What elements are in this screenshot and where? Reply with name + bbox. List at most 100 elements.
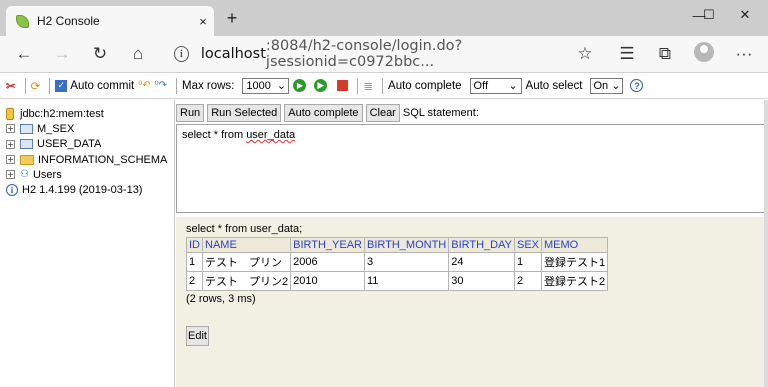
table-cell: 11: [363, 271, 450, 291]
sql-text-prefix: select * from: [182, 129, 247, 141]
more-menu-icon[interactable]: ···: [730, 41, 758, 67]
table-cell: テスト プリン2: [201, 271, 292, 291]
favorites-list-icon[interactable]: ☰: [613, 41, 641, 67]
auto-select-select[interactable]: On ⌄: [590, 77, 624, 94]
chevron-down-icon: ⌄: [611, 80, 621, 92]
run-icon[interactable]: ▶: [293, 79, 307, 92]
schema-tree: jdbc:h2:mem:test + M_SEX + USER_DATA + I…: [0, 100, 175, 387]
profile-avatar[interactable]: [694, 42, 714, 62]
table-cell: 2010: [290, 271, 365, 291]
tab-close-icon[interactable]: ×: [192, 14, 214, 29]
tree-item-label: INFORMATION_SCHEMA: [38, 153, 168, 166]
connection-url: jdbc:h2:mem:test: [20, 107, 104, 120]
run-selected-button[interactable]: Run Selected: [207, 104, 282, 122]
query-panel: Run Run Selected Auto complete Clear SQL…: [176, 100, 768, 387]
address-bar[interactable]: i localhost:8084/h2-console/login.do?jse…: [168, 38, 600, 70]
auto-complete-button[interactable]: Auto complete: [284, 104, 363, 122]
scrollbar[interactable]: [764, 100, 768, 387]
table-cell: 2: [186, 271, 203, 291]
table-header-row: ID NAME BIRTH_YEAR BIRTH_MONTH BIRTH_DAY…: [186, 237, 609, 253]
sql-statement-label: SQL statement:: [402, 107, 479, 119]
table-row: 2 テスト プリン2 2010 11 30 2 登録テスト2: [186, 271, 609, 291]
expand-icon[interactable]: +: [6, 139, 15, 149]
run-button[interactable]: Run: [176, 104, 205, 122]
help-icon[interactable]: ?: [630, 79, 644, 92]
close-window-button[interactable]: ✕: [722, 0, 768, 30]
version-info: i H2 1.4.199 (2019-03-13): [6, 182, 174, 197]
auto-complete-select[interactable]: Off ⌄: [469, 77, 522, 94]
column-header[interactable]: BIRTH_MONTH: [363, 237, 450, 253]
toolbar-divider: [357, 77, 359, 94]
result-query: select * from user_data;: [186, 223, 303, 235]
table-cell: 1: [513, 252, 543, 272]
chevron-down-icon: ⌄: [276, 80, 287, 92]
url-path: :8084/h2-console/login.do?jsessionid=c09…: [265, 38, 463, 70]
column-header[interactable]: BIRTH_YEAR: [290, 237, 365, 253]
stop-icon[interactable]: [337, 80, 349, 91]
table-cell: 登録テスト2: [540, 271, 609, 291]
result-panel: select * from user_data; ID NAME BIRTH_Y…: [176, 217, 768, 387]
tree-item-information-schema[interactable]: + INFORMATION_SCHEMA: [6, 152, 174, 167]
new-tab-button[interactable]: +: [222, 8, 242, 29]
auto-commit-checkbox[interactable]: ✓: [55, 79, 68, 92]
result-table: ID NAME BIRTH_YEAR BIRTH_MONTH BIRTH_DAY…: [186, 237, 609, 291]
history-icon[interactable]: ≣: [363, 79, 373, 93]
browser-navbar: ← → ↻ ⌂ i localhost:8084/h2-console/logi…: [0, 36, 768, 73]
expand-icon[interactable]: +: [6, 124, 15, 134]
database-icon: [6, 107, 14, 120]
edit-button[interactable]: Edit: [186, 326, 209, 346]
tree-item-users[interactable]: + ⚇ Users: [6, 167, 174, 182]
toolbar-divider: [24, 77, 26, 94]
row-count-info: (2 rows, 3 ms): [186, 293, 256, 305]
home-icon[interactable]: ⌂: [124, 41, 152, 67]
sql-editor[interactable]: select * from user_data: [176, 124, 767, 213]
refresh-tree-icon[interactable]: ⟳: [31, 79, 41, 93]
tree-item-label: USER_DATA: [37, 138, 102, 151]
column-header[interactable]: BIRTH_DAY: [448, 237, 515, 253]
table-cell: 1: [186, 252, 203, 272]
tree-item-label: M_SEX: [37, 122, 75, 135]
column-header[interactable]: NAME: [201, 237, 292, 253]
auto-complete-label: Auto complete: [388, 79, 462, 92]
connection-node[interactable]: jdbc:h2:mem:test: [6, 106, 174, 121]
auto-select-value: On: [593, 79, 609, 92]
tree-item-user-data[interactable]: + USER_DATA: [6, 137, 174, 152]
commit-icon[interactable]: ⁰↷: [155, 80, 167, 91]
column-header[interactable]: SEX: [513, 237, 543, 253]
url-host: localhost: [200, 46, 266, 62]
browser-titlebar: H2 Console × + — ☐ ✕: [0, 0, 768, 36]
auto-complete-value: Off: [473, 79, 489, 92]
auto-commit-label: Auto commit: [70, 79, 135, 92]
chevron-down-icon: ⌄: [508, 80, 518, 92]
site-info-icon[interactable]: i: [174, 46, 189, 62]
disconnect-icon[interactable]: ✂: [6, 79, 16, 93]
favorite-star-icon[interactable]: ☆: [571, 41, 599, 67]
back-arrow-icon[interactable]: ←: [10, 41, 38, 67]
auto-select-label: Auto select: [525, 79, 583, 92]
column-header[interactable]: MEMO: [540, 237, 609, 253]
h2-toolbar: ✂ ⟳ ✓ Auto commit ⁰↶ ⁰↷ Max rows: 1000 ⌄ …: [0, 73, 768, 99]
browser-tab[interactable]: H2 Console ×: [6, 6, 214, 36]
toolbar-divider: [175, 77, 177, 94]
run-selected-icon[interactable]: ▶: [314, 79, 328, 92]
rollback-icon[interactable]: ⁰↶: [138, 80, 150, 91]
clear-button[interactable]: Clear: [365, 104, 400, 122]
table-icon: [20, 139, 33, 150]
toolbar-divider: [49, 77, 51, 94]
sql-text-table: user_data: [246, 129, 296, 141]
tree-item-m-sex[interactable]: + M_SEX: [6, 121, 174, 136]
query-buttons: Run Run Selected Auto complete Clear SQL…: [176, 104, 479, 122]
users-icon: ⚇: [20, 169, 29, 181]
refresh-icon[interactable]: ↻: [86, 41, 114, 67]
table-icon: [20, 123, 33, 134]
table-cell: 3: [363, 252, 450, 272]
expand-icon[interactable]: +: [6, 170, 15, 180]
column-header[interactable]: ID: [186, 237, 203, 253]
collections-icon[interactable]: ⧉: [651, 41, 679, 67]
toolbar-divider: [382, 77, 384, 94]
max-rows-select[interactable]: 1000 ⌄: [242, 77, 290, 94]
expand-icon[interactable]: +: [6, 155, 15, 165]
max-rows-label: Max rows:: [181, 79, 235, 92]
forward-arrow-icon[interactable]: →: [48, 41, 76, 67]
tree-item-label: Users: [32, 168, 62, 181]
